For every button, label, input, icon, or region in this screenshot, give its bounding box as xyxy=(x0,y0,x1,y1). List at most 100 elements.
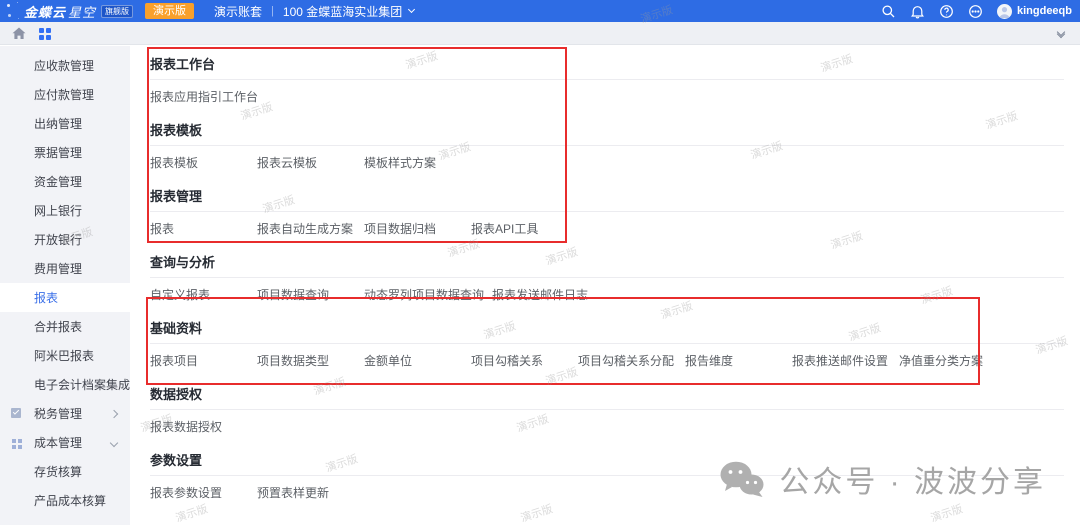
account-set-label[interactable]: 演示账套 xyxy=(214,3,262,20)
chevron-right-icon xyxy=(110,409,118,417)
menu-item[interactable]: 项目数据查询 xyxy=(257,288,364,303)
menu-item[interactable]: 报告维度 xyxy=(685,354,792,369)
menu-item[interactable]: 报表应用指引工作台 xyxy=(150,90,266,105)
sidebar-item-label: 费用管理 xyxy=(34,260,82,277)
menu-item[interactable]: 报表 xyxy=(150,222,257,237)
sidebar-item[interactable]: 应付款管理 xyxy=(0,80,130,109)
collapse-double-chevron-icon[interactable] xyxy=(1058,29,1064,37)
menu-item[interactable]: 报表参数设置 xyxy=(150,486,257,501)
sidebar-item-label: 存货核算 xyxy=(34,463,82,480)
sidebar-item[interactable]: 产品成本核算 xyxy=(0,486,130,515)
section-title: 查询与分析 xyxy=(150,254,1064,271)
menu-item[interactable]: 项目勾稽关系 xyxy=(471,354,578,369)
menu-item[interactable]: 报表自动生成方案 xyxy=(257,222,364,237)
sidebar-item-label: 税务管理 xyxy=(34,405,82,422)
menu-item[interactable]: 报表API工具 xyxy=(471,222,578,237)
menu-item[interactable]: 报表数据授权 xyxy=(150,420,257,435)
logo-text-primary: 金蝶云 xyxy=(24,5,66,20)
sidebar-item[interactable]: 票据管理 xyxy=(0,138,130,167)
content-section: 查询与分析自定义报表项目数据查询动态罗列项目数据查询报表发送邮件日志 xyxy=(150,254,1064,311)
topbar-separator: | xyxy=(271,5,274,17)
tab-strip xyxy=(0,22,1080,45)
section-title: 报表管理 xyxy=(150,188,1064,205)
menu-item[interactable]: 报表项目 xyxy=(150,354,257,369)
section-item-row: 报表项目项目数据类型金额单位项目勾稽关系项目勾稽关系分配报告维度报表推送邮件设置… xyxy=(150,344,1064,377)
sidebar-item-label: 票据管理 xyxy=(34,144,82,161)
username-label[interactable]: kingdeeqb xyxy=(1017,5,1072,17)
content-section: 报表管理报表报表自动生成方案项目数据归档报表API工具 xyxy=(150,188,1064,245)
menu-item[interactable]: 报表云模板 xyxy=(257,156,364,171)
logo-stars-decoration xyxy=(4,0,22,22)
sidebar-item-label: 网上银行 xyxy=(34,202,82,219)
organization-selector[interactable]: 100 金蝶蓝海实业集团 xyxy=(283,3,414,20)
section-item-row: 报表数据授权 xyxy=(150,410,1064,443)
sidebar-item[interactable]: 税务管理 xyxy=(0,399,130,428)
sidebar-item[interactable]: 合并报表 xyxy=(0,312,130,341)
menu-item[interactable]: 净值重分类方案 xyxy=(899,354,1006,369)
menu-item[interactable]: 项目数据归档 xyxy=(364,222,471,237)
menu-item[interactable]: 项目勾稽关系分配 xyxy=(578,354,685,369)
menu-item[interactable]: 模板样式方案 xyxy=(364,156,471,171)
app-logo[interactable]: 金蝶云星空 xyxy=(24,2,96,21)
sidebar-item[interactable]: 成本管理 xyxy=(0,428,130,457)
logo-text-secondary: 星空 xyxy=(68,5,96,20)
menu-item[interactable]: 报表模板 xyxy=(150,156,257,171)
help-icon[interactable] xyxy=(939,4,954,19)
section-item-row: 报表应用指引工作台 xyxy=(150,80,1064,113)
sidebar-item[interactable]: 存货核算 xyxy=(0,457,130,486)
edition-badge: 旗舰版 xyxy=(101,5,133,18)
sidebar-item-label: 电子会计档案集成 xyxy=(34,376,130,393)
search-icon[interactable] xyxy=(881,4,896,19)
menu-item[interactable]: 报表推送邮件设置 xyxy=(792,354,899,369)
sidebar-item[interactable]: 网上银行 xyxy=(0,196,130,225)
content-section: 报表模板报表模板报表云模板模板样式方案 xyxy=(150,122,1064,179)
menu-item[interactable]: 预置表样更新 xyxy=(257,486,364,501)
sidebar-item[interactable]: 出纳管理 xyxy=(0,109,130,138)
menu-item[interactable]: 项目数据类型 xyxy=(257,354,364,369)
sidebar-item-label: 应收款管理 xyxy=(34,57,94,74)
sidebar-item-label: 报表 xyxy=(34,289,58,306)
user-avatar[interactable] xyxy=(997,4,1012,19)
section-title: 基础资料 xyxy=(150,320,1064,337)
sidebar-item-label: 产品成本核算 xyxy=(34,492,106,509)
menu-item[interactable]: 自定义报表 xyxy=(150,288,257,303)
sidebar-item[interactable]: 开放银行 xyxy=(0,225,130,254)
chevron-down-icon xyxy=(110,438,118,446)
sidebar-item[interactable]: 电子会计档案集成 xyxy=(0,370,130,399)
section-item-row: 报表模板报表云模板模板样式方案 xyxy=(150,146,1064,179)
menu-item[interactable]: 报表发送邮件日志 xyxy=(492,288,599,303)
brand-watermark-text: 公众号 · 波波分享 xyxy=(779,457,1046,501)
notifications-bell-icon[interactable] xyxy=(910,4,925,19)
assistant-icon[interactable] xyxy=(968,4,983,19)
sidebar-item[interactable]: 阿米巴报表 xyxy=(0,341,130,370)
menu-item[interactable]: 动态罗列项目数据查询 xyxy=(364,288,492,303)
main-sections: 报表工作台报表应用指引工作台报表模板报表模板报表云模板模板样式方案报表管理报表报… xyxy=(130,45,1080,525)
sidebar-menu: 应收款管理应付款管理出纳管理票据管理资金管理网上银行开放银行费用管理报表合并报表… xyxy=(0,46,130,525)
sidebar-item[interactable]: 应收款管理 xyxy=(0,51,130,80)
sidebar-item-label: 应付款管理 xyxy=(34,86,94,103)
sidebar-item-label: 开放银行 xyxy=(34,231,82,248)
topbar: 金蝶云星空 旗舰版 演示版 演示账套 | 100 金蝶蓝海实业集团 kingde… xyxy=(0,0,1080,22)
sidebar-item[interactable]: 资金管理 xyxy=(0,167,130,196)
sidebar-item[interactable]: 报表 xyxy=(0,283,130,312)
chevron-down-icon xyxy=(408,6,415,13)
sidebar-item-label: 成本管理 xyxy=(34,434,82,451)
home-icon[interactable] xyxy=(12,27,26,40)
section-item-row: 自定义报表项目数据查询动态罗列项目数据查询报表发送邮件日志 xyxy=(150,278,1064,311)
demo-version-badge: 演示版 xyxy=(145,3,194,19)
sidebar-item-label: 出纳管理 xyxy=(34,115,82,132)
content-section: 数据授权报表数据授权 xyxy=(150,386,1064,443)
section-title: 数据授权 xyxy=(150,386,1064,403)
section-title: 报表模板 xyxy=(150,122,1064,139)
wechat-icon xyxy=(719,460,765,498)
organization-name: 100 金蝶蓝海实业集团 xyxy=(283,3,402,20)
apps-grid-icon[interactable] xyxy=(39,26,53,40)
brand-watermark: 公众号 · 波波分享 xyxy=(719,457,1046,501)
section-title: 报表工作台 xyxy=(150,56,1064,73)
menu-item[interactable]: 金额单位 xyxy=(364,354,471,369)
content-section: 报表工作台报表应用指引工作台 xyxy=(150,56,1064,113)
sidebar-item-label: 资金管理 xyxy=(34,173,82,190)
tax-module-icon xyxy=(11,408,21,418)
sidebar-item-label: 阿米巴报表 xyxy=(34,347,94,364)
sidebar-item[interactable]: 费用管理 xyxy=(0,254,130,283)
